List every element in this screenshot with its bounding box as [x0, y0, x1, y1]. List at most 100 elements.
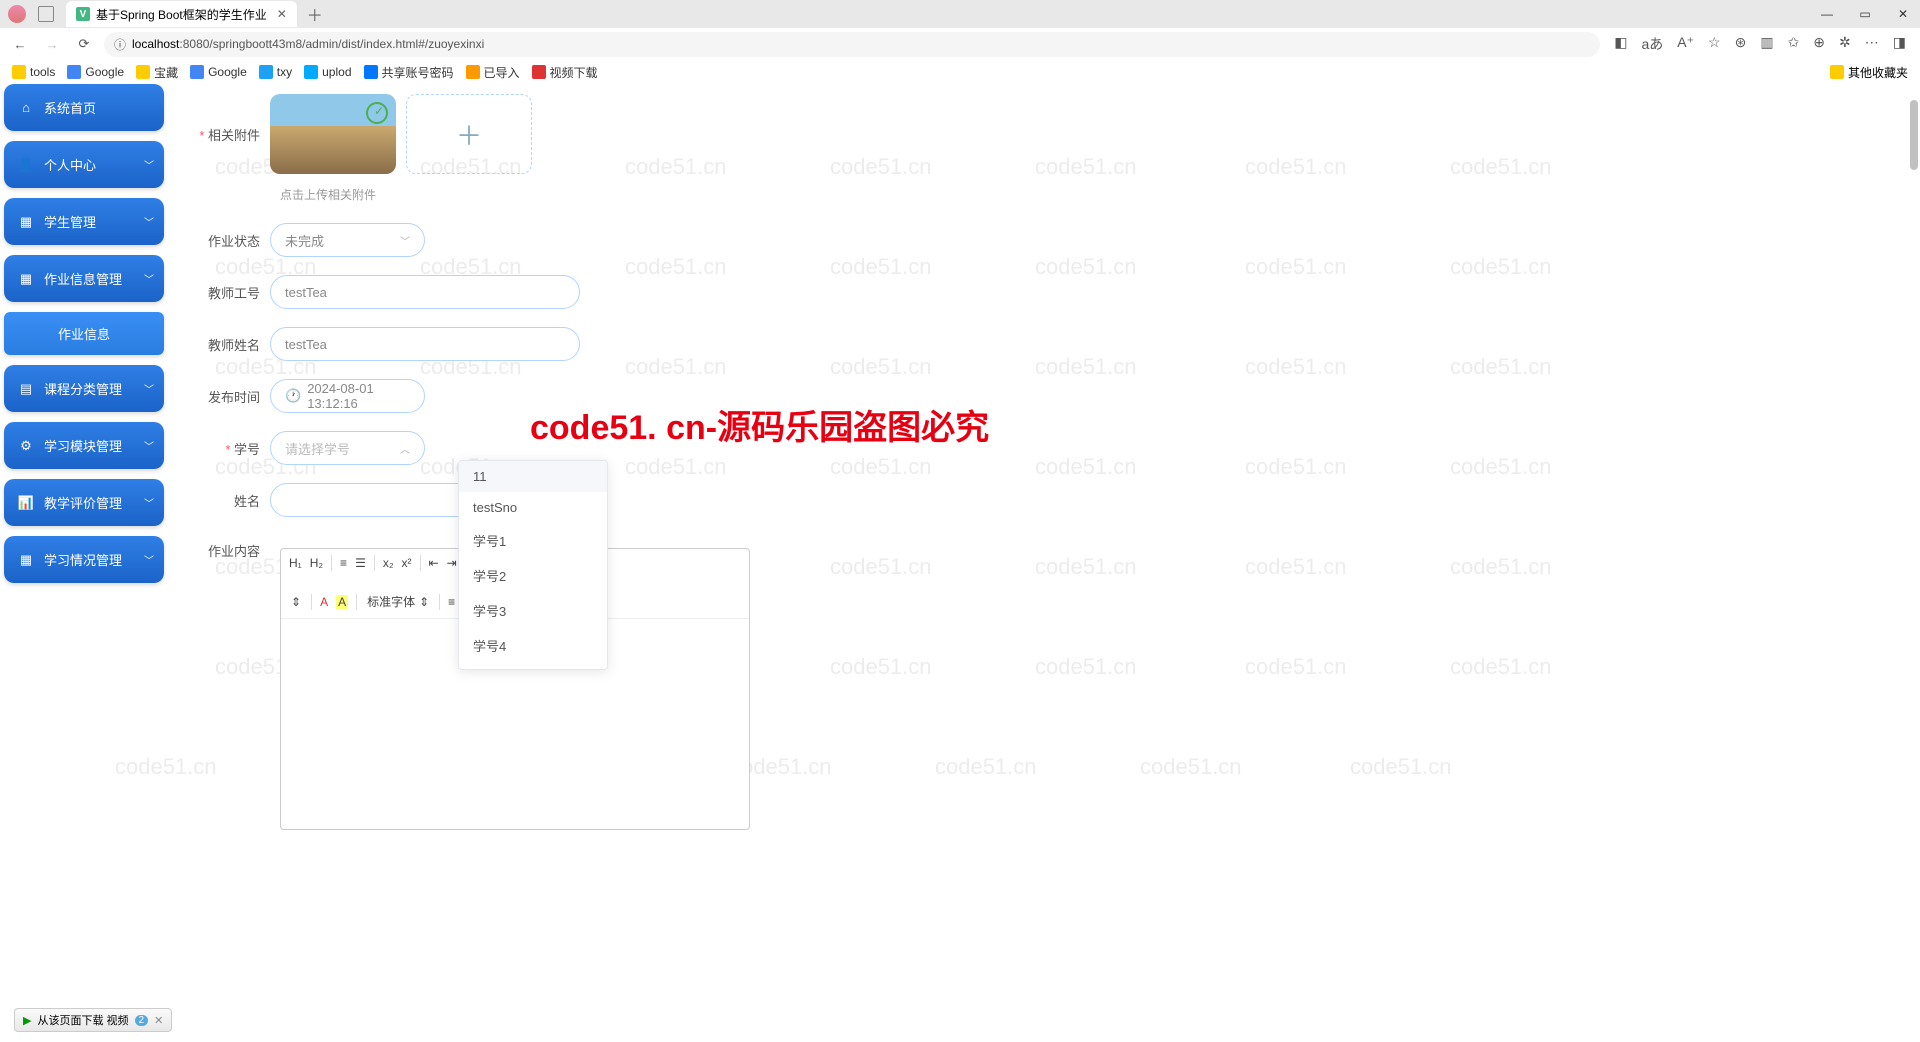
dropdown-option[interactable]: testSno — [459, 492, 607, 523]
read-aloud-icon[interactable]: A⁺ — [1677, 34, 1694, 54]
download-bar[interactable]: ▶ 从该页面下载 视频 2 ✕ — [14, 1008, 172, 1032]
chevron-down-icon: ﹀ — [144, 552, 154, 567]
upload-hint: 点击上传相关附件 — [280, 186, 1900, 203]
chevron-down-icon: ﹀ — [144, 495, 154, 510]
bookmark-import[interactable]: 已导入 — [466, 64, 520, 81]
back-icon[interactable]: ← — [8, 32, 32, 56]
bookmark-share[interactable]: 共享账号密码 — [364, 64, 454, 81]
sidebar-toggle-icon[interactable]: ◨ — [1893, 34, 1906, 54]
sidebar-item-student[interactable]: ▦ 学生管理 ﹀ — [4, 198, 164, 245]
browser-chrome: V 基于Spring Boot框架的学生作业 ✕ ＋ — ▭ ✕ ← → ⟳ ⓘ… — [0, 0, 1920, 84]
other-bookmarks[interactable]: 其他收藏夹 — [1830, 64, 1908, 81]
tool-align-icon[interactable]: ≡ — [448, 595, 455, 609]
bookmark-tools[interactable]: tools — [12, 65, 55, 79]
tool-ul-icon[interactable]: ☰ — [355, 556, 366, 570]
dropdown-option[interactable]: 学号1 — [459, 523, 607, 558]
sidebar-item-label: 课程分类管理 — [44, 379, 122, 398]
favorite-icon[interactable]: ☆ — [1708, 34, 1721, 54]
minimize-icon[interactable]: — — [1818, 7, 1836, 21]
label-teacher-name: 教师姓名 — [188, 335, 270, 354]
tool-superscript-icon[interactable]: x² — [402, 556, 412, 570]
new-tab-button[interactable]: ＋ — [307, 2, 323, 26]
tab-title: 基于Spring Boot框架的学生作业 — [96, 6, 267, 23]
dropdown-option[interactable]: 11 — [459, 461, 607, 492]
sidebar-item-label: 学生管理 — [44, 212, 96, 231]
gear-icon: ⚙ — [18, 438, 34, 454]
chevron-down-icon: ﹀ — [144, 271, 154, 286]
sidebar-item-label: 学习情况管理 — [44, 550, 122, 569]
bookmark-txy[interactable]: txy — [259, 65, 292, 79]
site-info-icon[interactable]: ⓘ — [114, 36, 126, 53]
close-icon[interactable]: ✕ — [277, 7, 287, 21]
status-value: 未完成 — [285, 231, 324, 250]
dropdown-option[interactable]: 学号3 — [459, 593, 607, 628]
status-select[interactable]: 未完成 ﹀ — [270, 223, 425, 257]
sidebar-item-evaluation[interactable]: 📊 教学评价管理 ﹀ — [4, 479, 164, 526]
tracking-icon[interactable]: ◧ — [1614, 34, 1627, 54]
sidebar-item-learning-status[interactable]: ▦ 学习情况管理 ﹀ — [4, 536, 164, 583]
chevron-down-icon: ﹀ — [144, 381, 154, 396]
home-icon: ⌂ — [18, 100, 34, 116]
chevron-down-icon: ﹀ — [144, 214, 154, 229]
sidebar-item-home[interactable]: ⌂ 系统首页 — [4, 84, 164, 131]
chevron-up-icon: ︿ — [400, 441, 410, 456]
sidebar-item-label: 作业信息 — [58, 324, 110, 343]
forward-icon: → — [40, 32, 64, 56]
profile-avatar-icon[interactable] — [8, 5, 26, 23]
tool-bgcolor-icon[interactable]: A — [336, 595, 348, 609]
extension3-icon[interactable]: ✲ — [1839, 34, 1851, 54]
sidebar-item-profile[interactable]: 👤 个人中心 ﹀ — [4, 141, 164, 188]
sidebar-item-course-category[interactable]: ▤ 课程分类管理 ﹀ — [4, 365, 164, 412]
teacher-id-value: testTea — [285, 285, 327, 300]
sidebar-item-homework-info[interactable]: 作业信息 — [4, 312, 164, 355]
sidebar-item-homework-mgmt[interactable]: ▦ 作业信息管理 ﹀ — [4, 255, 164, 302]
tab-actions-icon[interactable] — [38, 6, 54, 22]
tool-ol-icon[interactable]: ≡ — [340, 556, 347, 570]
dropdown-option[interactable]: 学号5 — [459, 663, 607, 670]
bookmark-baozang[interactable]: 宝藏 — [136, 64, 178, 81]
label-attachment: 相关附件 — [188, 125, 270, 144]
dropdown-option[interactable]: 学号2 — [459, 558, 607, 593]
bookmark-google2[interactable]: Google — [190, 65, 247, 79]
close-window-icon[interactable]: ✕ — [1894, 7, 1912, 21]
publish-time-picker[interactable]: 🕐 2024-08-01 13:12:16 — [270, 379, 425, 413]
maximize-icon[interactable]: ▭ — [1856, 7, 1874, 21]
more-icon[interactable]: ⋯ — [1865, 34, 1879, 54]
url-field[interactable]: ⓘ localhost:8080/springboott43m8/admin/d… — [104, 32, 1600, 57]
refresh-icon[interactable]: ⟳ — [72, 32, 96, 56]
form-content: 相关附件 ＋ 点击上传相关附件 作业状态 未完成 ﹀ 教师工号 testTea … — [168, 84, 1920, 1042]
collections-icon[interactable]: ▥ — [1760, 34, 1773, 54]
grid-icon: ▦ — [18, 214, 34, 230]
tool-outdent-icon[interactable]: ⇤ — [429, 556, 439, 570]
student-id-placeholder: 请选择学号 — [285, 439, 350, 458]
close-icon[interactable]: ✕ — [154, 1014, 163, 1027]
tool-h2[interactable]: H₂ — [310, 556, 323, 570]
extension2-icon[interactable]: ⊕ — [1813, 34, 1825, 54]
teacher-name-input[interactable]: testTea — [270, 327, 580, 361]
bookmark-google1[interactable]: Google — [67, 65, 124, 79]
dropdown-option[interactable]: 学号4 — [459, 628, 607, 663]
list-icon: ▤ — [18, 381, 34, 397]
tool-h1[interactable]: H₁ — [289, 556, 302, 570]
tool-size-select[interactable]: ⇕ — [289, 593, 303, 611]
add-attachment-button[interactable]: ＋ — [406, 94, 532, 174]
tool-subscript-icon[interactable]: x₂ — [383, 556, 394, 570]
sidebar-item-learning-module[interactable]: ⚙ 学习模块管理 ﹀ — [4, 422, 164, 469]
favorites-icon[interactable]: ✩ — [1788, 34, 1800, 54]
tool-indent-icon[interactable]: ⇥ — [447, 556, 457, 570]
student-id-select[interactable]: 请选择学号 ︿ — [270, 431, 425, 465]
browser-tab[interactable]: V 基于Spring Boot框架的学生作业 ✕ — [66, 1, 297, 27]
extension1-icon[interactable]: ⊛ — [1735, 34, 1747, 54]
app-body: code51.cn code51.cn code51.cn code51.cn … — [0, 84, 1920, 1042]
sidebar-item-label: 学习模块管理 — [44, 436, 122, 455]
bookmark-uplod[interactable]: uplod — [304, 65, 351, 79]
bookmark-video[interactable]: 视频下载 — [532, 64, 598, 81]
teacher-id-input[interactable]: testTea — [270, 275, 580, 309]
tool-font-select[interactable]: 标准字体 ⇕ — [365, 591, 431, 612]
sidebar-item-label: 教学评价管理 — [44, 493, 122, 512]
student-id-dropdown: 11 testSno 学号1 学号2 学号3 学号4 学号5 — [458, 460, 608, 670]
bookmarks-bar: tools Google 宝藏 Google txy uplod 共享账号密码 … — [0, 60, 1920, 84]
attachment-thumbnail[interactable] — [270, 94, 396, 174]
translate-icon[interactable]: aあ — [1642, 34, 1664, 54]
tool-color-icon[interactable]: A — [320, 595, 328, 609]
